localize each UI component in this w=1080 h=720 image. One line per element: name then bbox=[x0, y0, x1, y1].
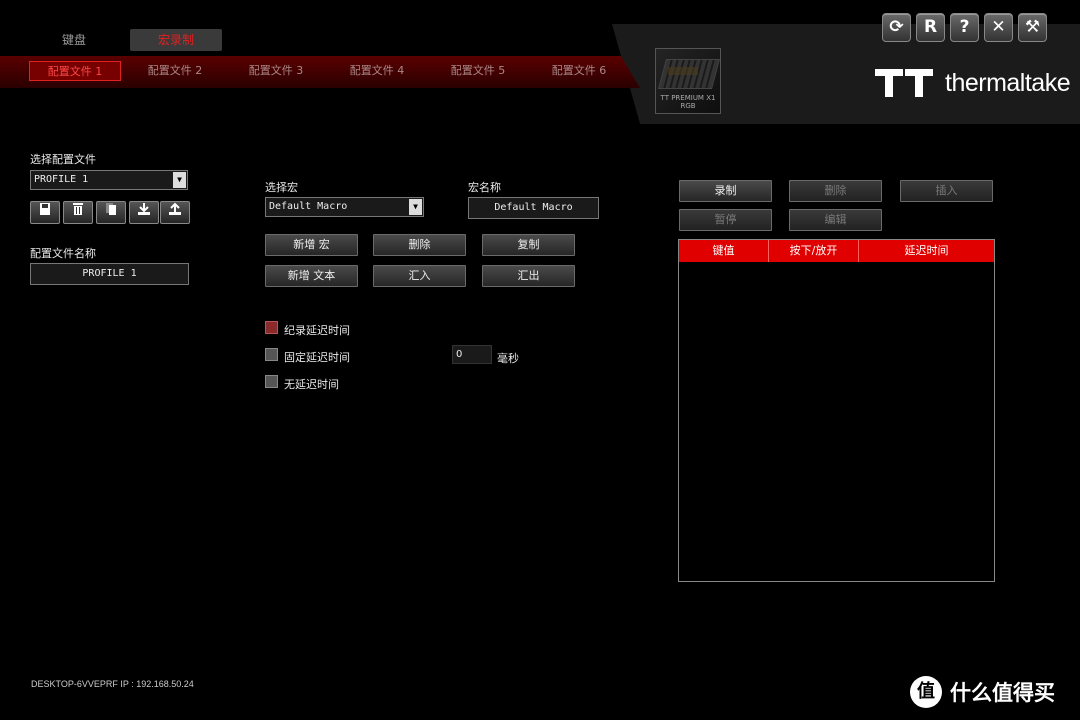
host-info: DESKTOP-6VVEPRF IP : 192.168.50.24 bbox=[31, 679, 194, 689]
brand-logo: thermaltake bbox=[875, 68, 1071, 98]
watermark: 值 什么值得买 bbox=[910, 676, 1055, 708]
select-macro-label: 选择宏 bbox=[265, 181, 298, 194]
import-button[interactable]: 汇入 bbox=[373, 265, 466, 287]
device-caption: TT PREMIUM X1 RGB bbox=[660, 94, 716, 110]
delete-icon[interactable] bbox=[63, 201, 93, 224]
keyboard-glow bbox=[668, 67, 698, 75]
delete-macro-button[interactable]: 删除 bbox=[373, 234, 466, 256]
profile-name-field[interactable]: PROFILE 1 bbox=[30, 263, 189, 285]
col-key-value[interactable]: 键值 bbox=[679, 240, 769, 262]
copy-macro-button[interactable]: 复制 bbox=[482, 234, 575, 256]
no-delay-radio[interactable] bbox=[265, 375, 278, 388]
save-icon[interactable] bbox=[30, 201, 60, 224]
new-macro-button[interactable]: 新增 宏 bbox=[265, 234, 358, 256]
macro-name-field[interactable]: Default Macro bbox=[468, 197, 599, 219]
col-press-release[interactable]: 按下/放开 bbox=[769, 240, 859, 262]
select-profile-label: 选择配置文件 bbox=[30, 153, 96, 166]
tab-keyboard[interactable]: 键盘 bbox=[28, 29, 120, 51]
macro-select-value: Default Macro bbox=[269, 201, 348, 212]
device-thumbnail[interactable]: TT PREMIUM X1 RGB bbox=[655, 48, 721, 114]
macro-name-label: 宏名称 bbox=[468, 181, 501, 194]
new-text-button[interactable]: 新增 文本 bbox=[265, 265, 358, 287]
profile-name-label: 配置文件名称 bbox=[30, 247, 96, 260]
export-icon[interactable] bbox=[160, 201, 190, 224]
fixed-delay-radio[interactable] bbox=[265, 348, 278, 361]
copy-icon[interactable] bbox=[96, 201, 126, 224]
profile-tab-6[interactable]: 配置文件 6 bbox=[533, 61, 625, 81]
table-header: 键值 按下/放开 延迟时间 bbox=[679, 240, 994, 262]
chevron-down-icon[interactable]: ▼ bbox=[173, 172, 186, 188]
profile-tab-5[interactable]: 配置文件 5 bbox=[432, 61, 524, 81]
profile-tab-2[interactable]: 配置文件 2 bbox=[129, 61, 221, 81]
delete-step-button[interactable]: 删除 bbox=[789, 180, 882, 202]
fixed-delay-input[interactable]: 0 bbox=[452, 345, 492, 364]
help-icon[interactable]: ? bbox=[950, 13, 979, 42]
export-button[interactable]: 汇出 bbox=[482, 265, 575, 287]
profile-select[interactable]: PROFILE 1 ▼ bbox=[30, 170, 188, 190]
profile-select-value: PROFILE 1 bbox=[34, 174, 89, 185]
refresh-icon[interactable]: ⟳ bbox=[882, 13, 911, 42]
profile-tab-4[interactable]: 配置文件 4 bbox=[331, 61, 423, 81]
import-icon[interactable] bbox=[129, 201, 159, 224]
edit-button[interactable]: 编辑 bbox=[789, 209, 882, 231]
record-button[interactable]: 录制 bbox=[679, 180, 772, 202]
insert-button[interactable]: 插入 bbox=[900, 180, 993, 202]
pause-button[interactable]: 暂停 bbox=[679, 209, 772, 231]
chevron-down-icon[interactable]: ▼ bbox=[409, 199, 422, 215]
watermark-logo-icon: 值 bbox=[910, 676, 942, 708]
fixed-delay-label: 固定延迟时间 bbox=[284, 351, 350, 364]
profile-tab-3[interactable]: 配置文件 3 bbox=[230, 61, 322, 81]
col-delay-time[interactable]: 延迟时间 bbox=[859, 240, 994, 262]
macro-steps-table[interactable]: 键值 按下/放开 延迟时间 bbox=[678, 239, 995, 582]
record-delay-label: 纪录延迟时间 bbox=[284, 324, 350, 337]
record-delay-radio[interactable] bbox=[265, 321, 278, 334]
reset-icon[interactable]: R bbox=[916, 13, 945, 42]
no-delay-label: 无延迟时间 bbox=[284, 378, 339, 391]
delay-unit-label: 毫秒 bbox=[497, 352, 519, 365]
watermark-text: 什么值得买 bbox=[950, 681, 1055, 705]
profile-tab-1[interactable]: 配置文件 1 bbox=[29, 61, 121, 81]
tt-logo-icon bbox=[875, 69, 935, 97]
macro-select[interactable]: Default Macro ▼ bbox=[265, 197, 424, 217]
settings-icon[interactable]: ⚒ bbox=[1018, 13, 1047, 42]
close-icon[interactable]: ✕ bbox=[984, 13, 1013, 42]
tab-macro[interactable]: 宏录制 bbox=[130, 29, 222, 51]
brand-name: thermaltake bbox=[945, 68, 1071, 97]
